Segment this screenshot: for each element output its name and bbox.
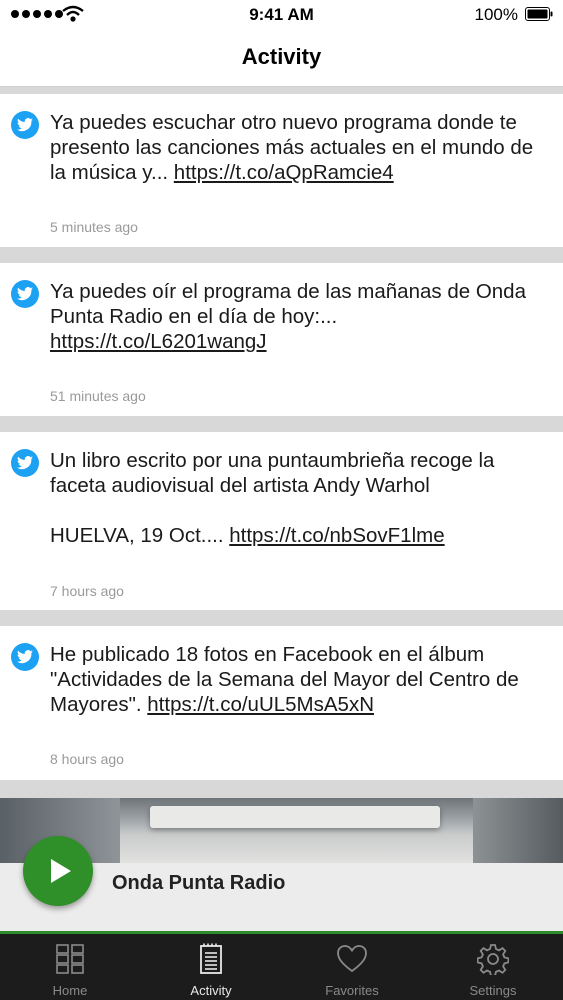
twitter-icon [11, 643, 39, 671]
twitter-icon [11, 280, 39, 308]
tab-bar: Home Activity Favorites Settings [0, 934, 563, 1000]
battery-icon [525, 7, 553, 21]
twitter-icon [11, 449, 39, 477]
station-name: Onda Punta Radio [112, 872, 286, 894]
tweet-time: 5 minutes ago [50, 219, 138, 235]
play-button[interactable] [23, 836, 93, 906]
twitter-icon [11, 111, 39, 139]
page-title: Activity [241, 44, 322, 69]
status-bar: 9:41 AM 100% [0, 0, 563, 30]
tab-label: Settings [469, 983, 517, 998]
play-icon [51, 859, 71, 883]
feed-item[interactable]: Ya puedes escuchar otro nuevo programa d… [0, 94, 563, 247]
feed-item[interactable]: Un libro escrito por una puntaumbrieña r… [0, 432, 563, 610]
tab-favorites[interactable]: Favorites [282, 934, 422, 1000]
tab-home[interactable]: Home [0, 934, 140, 1000]
tab-label: Favorites [325, 983, 379, 998]
tweet-link[interactable]: https://t.co/aQpRamcie4 [174, 161, 394, 184]
gear-icon [477, 944, 509, 975]
tweet-link[interactable]: https://t.co/uUL5MsA5xN [147, 693, 374, 716]
tweet-text: Ya puedes escuchar otro nuevo programa d… [50, 111, 534, 184]
tweet-text: Ya puedes oír el programa de las mañanas… [50, 280, 526, 353]
grid-icon [56, 944, 84, 974]
tweet-time: 51 minutes ago [50, 388, 146, 404]
feed-item[interactable]: He publicado 18 fotos en Facebook en el … [0, 626, 563, 780]
tweet-time: 8 hours ago [50, 751, 124, 767]
notepad-icon [200, 943, 222, 974]
nav-bar: Activity [0, 30, 563, 87]
tab-settings[interactable]: Settings [423, 934, 563, 1000]
tweet-link[interactable]: https://t.co/L6201wangJ [50, 330, 267, 353]
tab-activity[interactable]: Activity [141, 934, 281, 1000]
tweet-time: 7 hours ago [50, 583, 124, 599]
tweet-text: He publicado 18 fotos en Facebook en el … [50, 643, 519, 716]
tab-label: Activity [190, 983, 232, 998]
tweet-link[interactable]: https://t.co/nbSovF1lme [229, 524, 444, 547]
battery-percent: 100% [474, 5, 518, 24]
tweet-text: Un libro escrito por una puntaumbrieña r… [50, 449, 495, 547]
feed-item[interactable]: Ya puedes oír el programa de las mañanas… [0, 263, 563, 416]
tab-label: Home [52, 983, 88, 998]
heart-icon [337, 945, 367, 973]
